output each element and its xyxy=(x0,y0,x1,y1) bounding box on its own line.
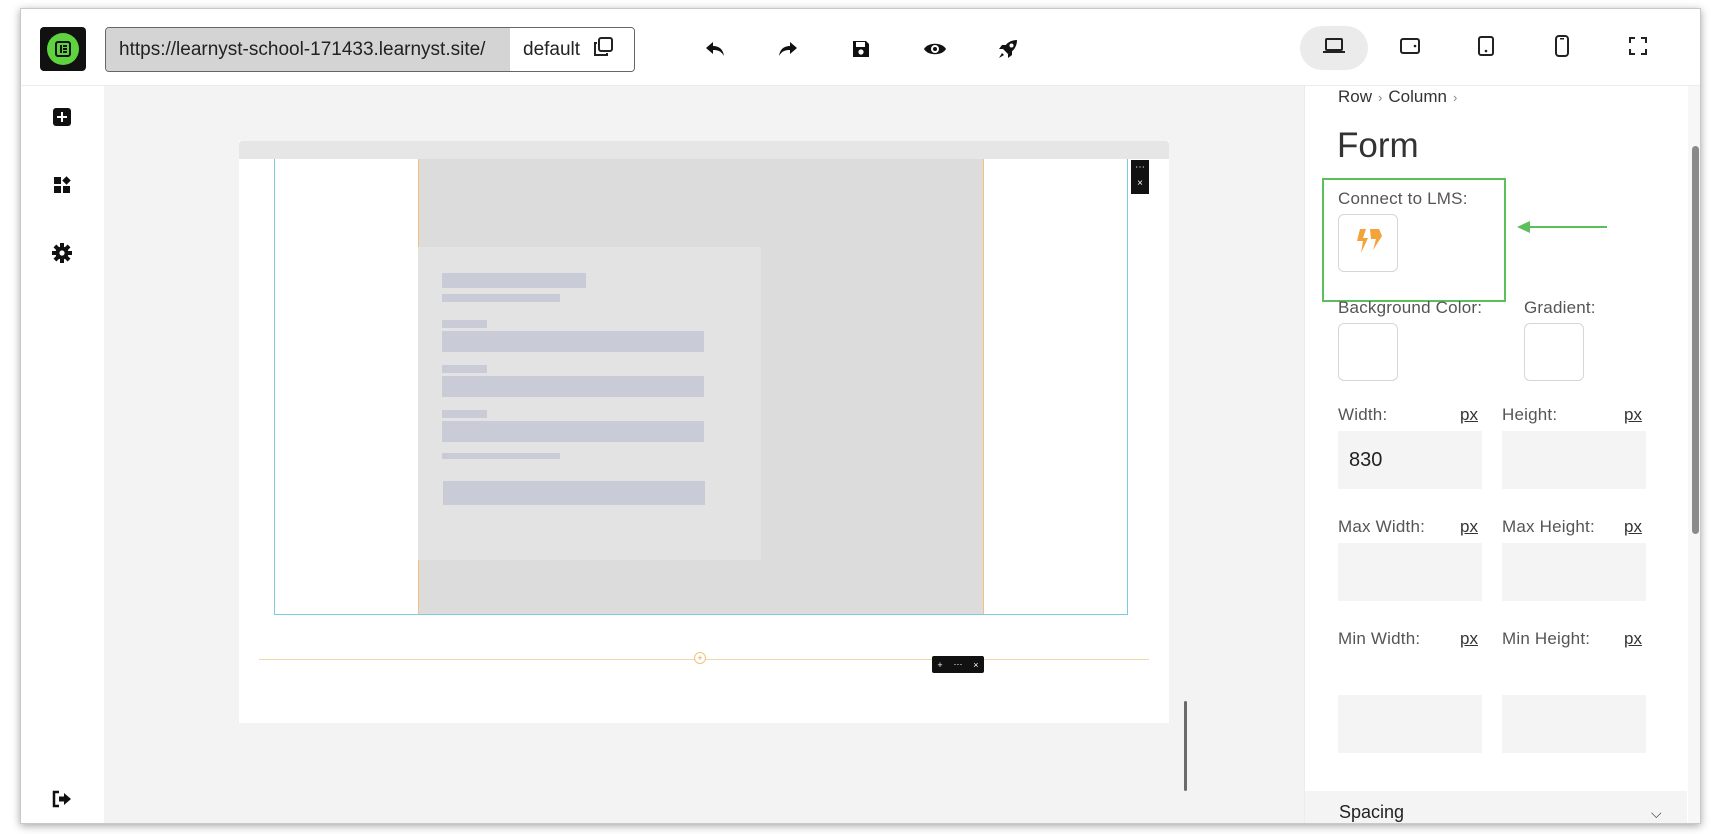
close-icon[interactable]: × xyxy=(973,660,978,670)
min-width-label: Min Width: xyxy=(1338,629,1421,648)
drag-handle-icon[interactable]: ⋯ xyxy=(953,659,962,670)
redo-icon[interactable] xyxy=(774,35,802,63)
column-toolbar[interactable]: + ⋯ × xyxy=(932,656,984,673)
height-unit[interactable]: px xyxy=(1624,405,1642,425)
max-width-unit[interactable]: px xyxy=(1460,517,1478,537)
drag-handle-icon[interactable]: ⋯ xyxy=(1131,160,1149,176)
add-section-icon[interactable]: + xyxy=(694,652,706,664)
tablet-portrait-icon xyxy=(1477,35,1495,62)
fullscreen-icon xyxy=(1628,36,1648,61)
top-toolbar: https://learnyst-school-171433.learnyst.… xyxy=(21,9,1700,86)
gradient-swatch[interactable] xyxy=(1524,323,1584,381)
form-skeleton-input xyxy=(442,376,704,397)
form-skeleton-label xyxy=(442,365,487,373)
form-skeleton-button xyxy=(443,481,705,505)
breadcrumb-item-column[interactable]: Column xyxy=(1388,87,1447,106)
publish-icon[interactable] xyxy=(994,35,1022,63)
pointer-arrow xyxy=(1517,220,1607,234)
max-height-unit[interactable]: px xyxy=(1624,517,1642,537)
page-preview[interactable]: ⋯ × + + ⋯ × xyxy=(239,141,1169,723)
panel-title: Form xyxy=(1337,126,1419,165)
width-label: Width: xyxy=(1338,405,1388,424)
exit-icon[interactable] xyxy=(48,785,76,813)
left-sidebar xyxy=(21,86,104,823)
logo-mark-icon xyxy=(47,33,79,65)
background-color-label: Background Color: xyxy=(1338,298,1483,317)
spacing-section-header[interactable]: Spacing ⌵ xyxy=(1305,791,1687,823)
chevron-right-icon: › xyxy=(1378,90,1383,105)
max-height-label: Max Height: xyxy=(1502,517,1595,536)
desktop-icon xyxy=(1322,37,1346,60)
site-url-box: https://learnyst-school-171433.learnyst.… xyxy=(105,27,635,72)
add-element-icon[interactable] xyxy=(48,103,76,131)
template-name: default xyxy=(523,38,581,60)
settings-icon[interactable] xyxy=(48,239,76,267)
save-icon[interactable] xyxy=(847,35,875,63)
form-skeleton-title xyxy=(442,273,586,288)
form-placeholder[interactable] xyxy=(418,247,761,560)
form-skeleton-input xyxy=(442,331,704,352)
app-logo[interactable] xyxy=(40,27,86,71)
chevron-down-icon: ⌵ xyxy=(1651,805,1662,821)
desktop-view-button[interactable] xyxy=(1300,26,1368,70)
chevron-right-icon: › xyxy=(1452,90,1458,105)
form-skeleton-input xyxy=(442,421,704,442)
canvas-scrollbar[interactable] xyxy=(1184,701,1187,791)
min-height-label: Min Height: xyxy=(1502,629,1591,648)
add-icon[interactable]: + xyxy=(937,660,942,670)
fullscreen-button[interactable] xyxy=(1604,26,1672,70)
tablet-landscape-view-button[interactable] xyxy=(1376,26,1444,70)
min-width-input[interactable] xyxy=(1338,695,1482,753)
tablet-portrait-view-button[interactable] xyxy=(1452,26,1520,70)
preview-icon[interactable] xyxy=(921,35,949,63)
undo-icon[interactable] xyxy=(701,35,729,63)
form-skeleton-note xyxy=(442,453,560,459)
panel-scrollbar-thumb[interactable] xyxy=(1692,146,1699,534)
connect-lms-button[interactable] xyxy=(1338,214,1398,272)
row-toolbar[interactable]: ⋯ × xyxy=(1131,160,1149,194)
spacing-label: Spacing xyxy=(1339,802,1405,822)
close-icon[interactable]: × xyxy=(1131,176,1149,192)
background-color-swatch[interactable] xyxy=(1338,323,1398,381)
breadcrumb: Row › Column › xyxy=(1338,87,1463,107)
editor-canvas[interactable]: ⋯ × + + ⋯ × xyxy=(104,86,1304,823)
breadcrumb-item-row[interactable]: Row xyxy=(1338,87,1372,106)
height-label: Height: xyxy=(1502,405,1558,424)
site-url: https://learnyst-school-171433.learnyst.… xyxy=(106,28,510,71)
template-selector[interactable]: default xyxy=(510,28,634,71)
mobile-icon xyxy=(1554,34,1570,62)
max-height-input[interactable] xyxy=(1502,543,1646,601)
max-width-label: Max Width: xyxy=(1338,517,1426,536)
page-header-strip xyxy=(239,141,1169,159)
width-input[interactable]: 830 xyxy=(1338,431,1482,489)
editor-window: https://learnyst-school-171433.learnyst.… xyxy=(20,8,1701,824)
widgets-icon[interactable] xyxy=(48,171,76,199)
mobile-view-button[interactable] xyxy=(1528,26,1596,70)
width-unit[interactable]: px xyxy=(1460,405,1478,425)
copy-icon[interactable] xyxy=(592,36,614,64)
form-skeleton-label xyxy=(442,410,487,418)
height-input[interactable] xyxy=(1502,431,1646,489)
gradient-label: Gradient: xyxy=(1524,298,1596,317)
max-width-input[interactable] xyxy=(1338,543,1482,601)
form-skeleton-label xyxy=(442,320,487,328)
properties-panel: Row › Column › Form Connect to LMS: Backgro… xyxy=(1304,86,1700,823)
lms-connect-icon xyxy=(1352,226,1384,261)
tablet-landscape-icon xyxy=(1399,37,1421,60)
min-height-unit[interactable]: px xyxy=(1624,629,1642,649)
min-width-unit[interactable]: px xyxy=(1460,629,1478,649)
min-height-input[interactable] xyxy=(1502,695,1646,753)
connect-lms-label: Connect to LMS: xyxy=(1338,189,1468,208)
form-skeleton-subtitle xyxy=(442,294,560,302)
